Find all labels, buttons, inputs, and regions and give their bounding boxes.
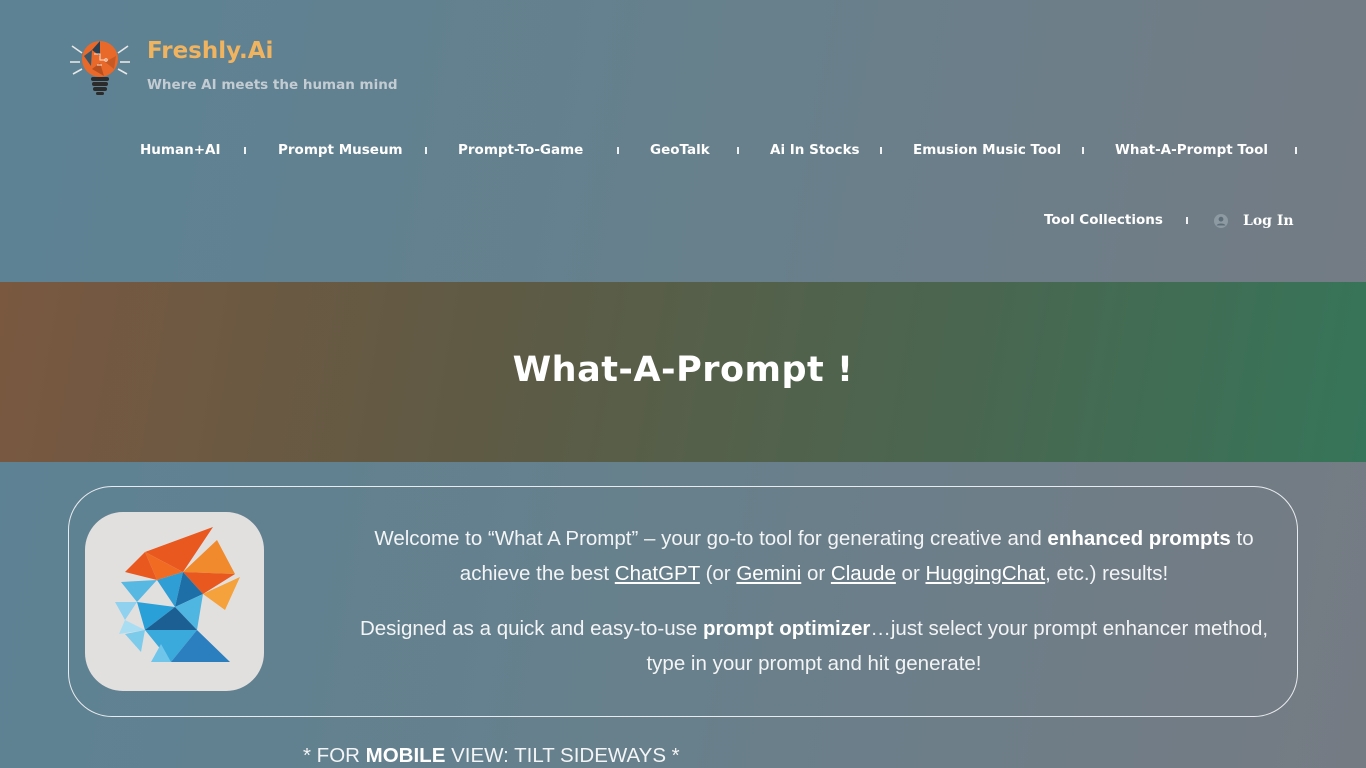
nav-separator: [1082, 147, 1084, 154]
page-title: What-A-Prompt !: [512, 350, 854, 390]
nav-item-prompt-museum[interactable]: Prompt Museum: [278, 140, 403, 160]
nav-second-row: Tool Collections: [0, 210, 1366, 232]
nav-item-what-a-prompt-tool[interactable]: What-A-Prompt Tool: [1115, 140, 1268, 160]
nav-separator: [1186, 217, 1188, 224]
intro-text-segment: Welcome to “What A Prompt” – your go-to …: [374, 527, 1048, 550]
nav-separator: [244, 147, 246, 154]
note-segment: VIEW: TILT SIDEWAYS *: [445, 744, 680, 767]
user-circle-icon: [1214, 214, 1228, 228]
intro-text-segment: Designed as a quick and easy-to-use: [359, 617, 703, 640]
nav-item-ai-in-stocks[interactable]: Ai In Stocks: [770, 140, 860, 160]
nav-item-emusion-music-tool[interactable]: Emusion Music Tool: [913, 140, 1061, 160]
intro-text-segment: , etc.) results!: [1045, 562, 1169, 585]
intro-text-segment: or: [801, 562, 831, 585]
nav-separator: [617, 147, 619, 154]
nav-item-prompt-to-game[interactable]: Prompt-To-Game: [458, 140, 583, 160]
nav-separator: [737, 147, 739, 154]
nav-item-geotalk[interactable]: GeoTalk: [650, 140, 710, 160]
nav-item-tool-collections[interactable]: Tool Collections: [1044, 210, 1163, 230]
login-label: Log In: [1243, 213, 1294, 229]
intro-paragraph-1: Welcome to “What A Prompt” – your go-to …: [349, 521, 1279, 591]
note-segment: * FOR: [303, 744, 366, 767]
hero-banner: What-A-Prompt !: [0, 282, 1366, 462]
huggingchat-link[interactable]: HuggingChat: [925, 562, 1045, 585]
nav-separator: [1295, 147, 1297, 154]
intro-emphasis: prompt optimizer: [702, 617, 871, 640]
lightbulb-brain-icon[interactable]: [70, 36, 130, 98]
nav-item-human-ai[interactable]: Human+AI: [140, 140, 220, 160]
gemini-link[interactable]: Gemini: [736, 562, 801, 585]
note-emphasis: MOBILE: [365, 744, 446, 767]
brand-tagline: Where AI meets the human mind: [147, 77, 398, 93]
chatgpt-link[interactable]: ChatGPT: [615, 562, 700, 585]
brand-name[interactable]: Freshly.Ai: [147, 38, 273, 64]
mobile-view-note: * FOR MOBILE VIEW: TILT SIDEWAYS *: [303, 744, 680, 768]
intro-paragraph-2: Designed as a quick and easy-to-use prom…: [349, 611, 1279, 681]
intro-text-segment: (or: [699, 562, 737, 585]
nav-separator: [880, 147, 882, 154]
main-nav: Human+AI Prompt Museum Prompt-To-Game Ge…: [0, 140, 1366, 162]
site-header: Freshly.Ai Where AI meets the human mind…: [0, 0, 1366, 282]
intro-text: Welcome to “What A Prompt” – your go-to …: [349, 521, 1279, 701]
claude-link[interactable]: Claude: [831, 562, 896, 585]
login-link[interactable]: Log In: [1214, 210, 1294, 232]
intro-emphasis: enhanced prompts: [1047, 527, 1231, 550]
nav-separator: [425, 147, 427, 154]
polygon-head-icon: [85, 512, 264, 691]
intro-text-segment: or: [895, 562, 926, 585]
intro-card: Welcome to “What A Prompt” – your go-to …: [68, 486, 1298, 717]
